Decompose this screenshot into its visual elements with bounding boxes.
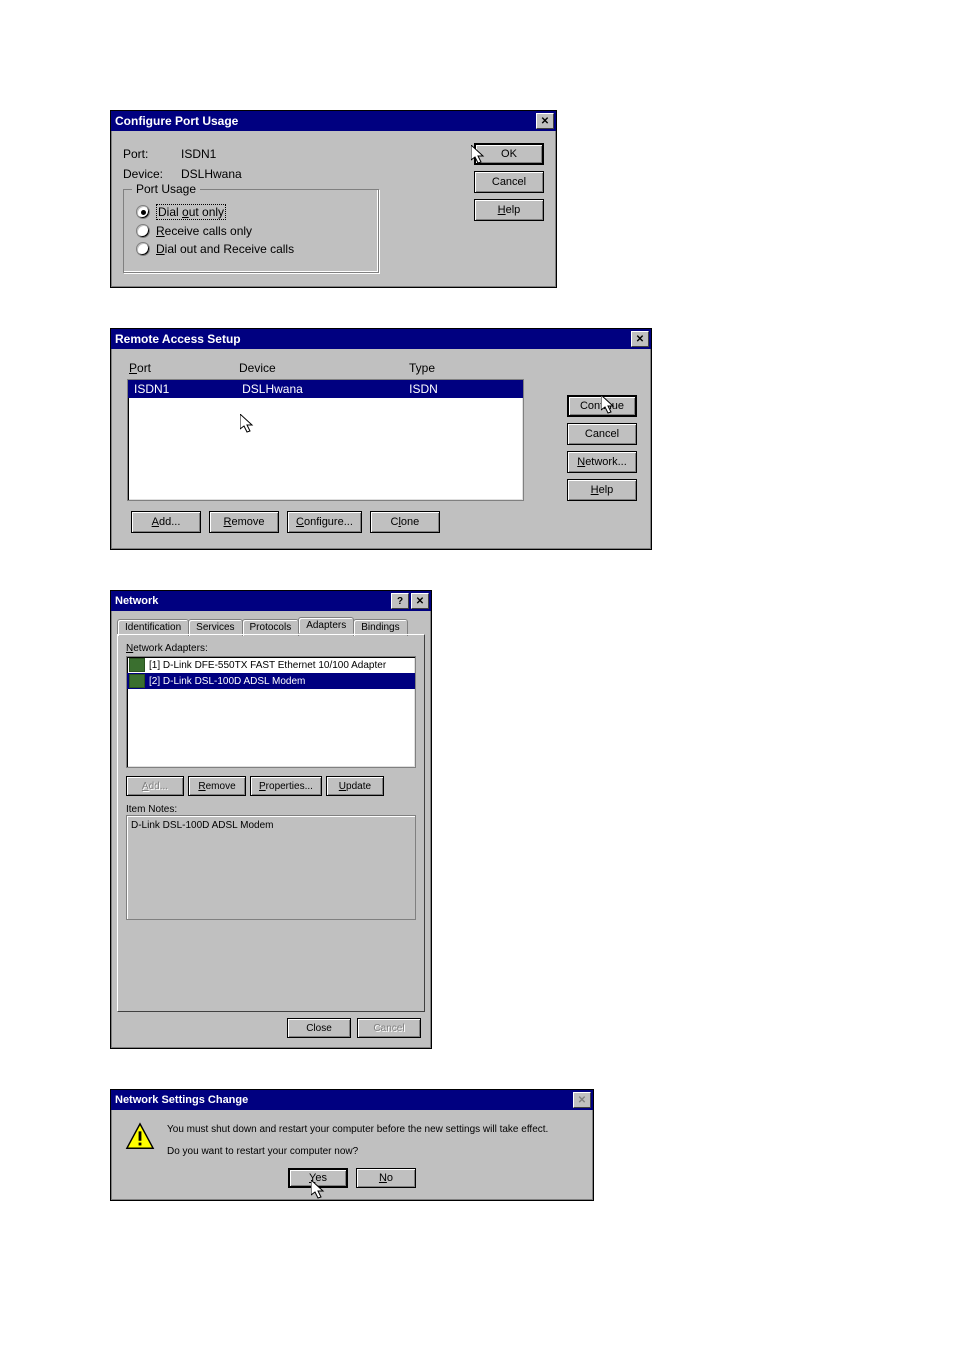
adapter-text: [2] D-Link DSL-100D ADSL Modem [149,676,305,687]
continue-button[interactable]: Continue [567,395,637,417]
network-button[interactable]: Network... [567,451,637,473]
tabs: Identification Services Protocols Adapte… [117,617,425,634]
port-value: ISDN1 [181,147,216,161]
radio-receive-calls-only[interactable]: Receive calls only [136,224,366,238]
configure-port-usage-dialog: Configure Port Usage ✕ Port: ISDN1 Devic… [110,110,557,288]
radio-icon [136,224,150,238]
close-icon[interactable]: ✕ [536,113,554,129]
remove-button[interactable]: Remove [188,776,246,796]
adapters-list[interactable]: [1] D-Link DFE-550TX FAST Ethernet 10/10… [126,656,416,768]
adapter-icon [129,674,145,688]
list-header: Port Device Type [121,357,641,379]
warning-icon [125,1122,155,1152]
help-button[interactable]: Help [474,199,544,221]
dialog-title: Configure Port Usage [115,114,534,128]
update-button[interactable]: Update [326,776,384,796]
message-line2: Do you want to restart your computer now… [167,1144,548,1160]
help-icon[interactable]: ? [391,593,409,609]
titlebar: Network Settings Change ✕ [111,1090,593,1110]
radio-icon [136,205,150,219]
yes-button[interactable]: Yes [288,1168,348,1188]
titlebar: Remote Access Setup ✕ [111,329,651,349]
radio-dial-out-only[interactable]: Dial out only [136,204,366,220]
cancel-button[interactable]: Cancel [567,423,637,445]
dialog-title: Network [115,595,389,607]
titlebar: Network ? ✕ [111,591,431,611]
radio-icon [136,242,150,256]
device-value: DSLHwana [181,167,242,181]
properties-button[interactable]: Properties... [250,776,322,796]
message-text: You must shut down and restart your comp… [167,1122,548,1160]
item-notes-label: Item Notes: [126,804,416,815]
adapters-panel: Network Adapters: [1] D-Link DFE-550TX F… [117,634,425,1012]
adapter-icon [129,658,145,672]
cell-type: ISDN [403,380,523,398]
message-line1: You must shut down and restart your comp… [167,1122,548,1138]
network-dialog: Network ? ✕ Identification Services Prot… [110,590,432,1049]
device-label: Device: [123,167,181,181]
close-icon[interactable]: ✕ [573,1092,591,1108]
radio-dial-out-and-receive[interactable]: Dial out and Receive calls [136,242,366,256]
help-button[interactable]: Help [567,479,637,501]
tab-adapters[interactable]: Adapters [298,617,354,634]
radio-label: Dial out and Receive calls [156,242,294,256]
list-item[interactable]: [1] D-Link DFE-550TX FAST Ethernet 10/10… [127,657,415,673]
port-usage-group: Port Usage Dial out only Receive calls o… [123,189,379,273]
cancel-button[interactable]: Cancel [474,171,544,193]
remove-button[interactable]: Remove [209,511,279,533]
radio-label: Dial out only [158,205,224,219]
adapter-text: [1] D-Link DFE-550TX FAST Ethernet 10/10… [149,660,386,671]
col-type: Type [409,361,529,375]
close-icon[interactable]: ✕ [631,331,649,347]
add-button[interactable]: Add... [126,776,184,796]
close-button[interactable]: Close [287,1018,351,1038]
cell-device: DSLHwana [236,380,403,398]
titlebar: Configure Port Usage ✕ [111,111,556,131]
dialog-title: Remote Access Setup [115,332,629,346]
configure-button[interactable]: Configure... [287,511,362,533]
cell-port: ISDN1 [128,380,236,398]
add-button[interactable]: Add... [131,511,201,533]
clone-button[interactable]: Clone [370,511,440,533]
list-item[interactable]: [2] D-Link DSL-100D ADSL Modem [127,673,415,689]
radio-label: Receive calls only [156,224,252,238]
network-settings-change-dialog: Network Settings Change ✕ You must shut … [110,1089,594,1201]
item-notes-box: D-Link DSL-100D ADSL Modem [126,815,416,920]
cancel-button[interactable]: Cancel [357,1018,421,1038]
dialog-title: Network Settings Change [115,1094,571,1106]
col-device: Device [239,361,409,375]
close-icon[interactable]: ✕ [411,593,429,609]
adapters-label: Network Adapters: [126,643,416,654]
port-label: Port: [123,147,181,161]
port-usage-legend: Port Usage [132,182,200,196]
remote-access-setup-dialog: Remote Access Setup ✕ Port Device Type I… [110,328,652,550]
no-button[interactable]: No [356,1168,416,1188]
ports-list[interactable]: ISDN1 DSLHwana ISDN [127,379,524,501]
item-notes-text: D-Link DSL-100D ADSL Modem [131,820,273,831]
ok-button[interactable]: OK [474,143,544,165]
list-item[interactable]: ISDN1 DSLHwana ISDN [128,380,523,398]
